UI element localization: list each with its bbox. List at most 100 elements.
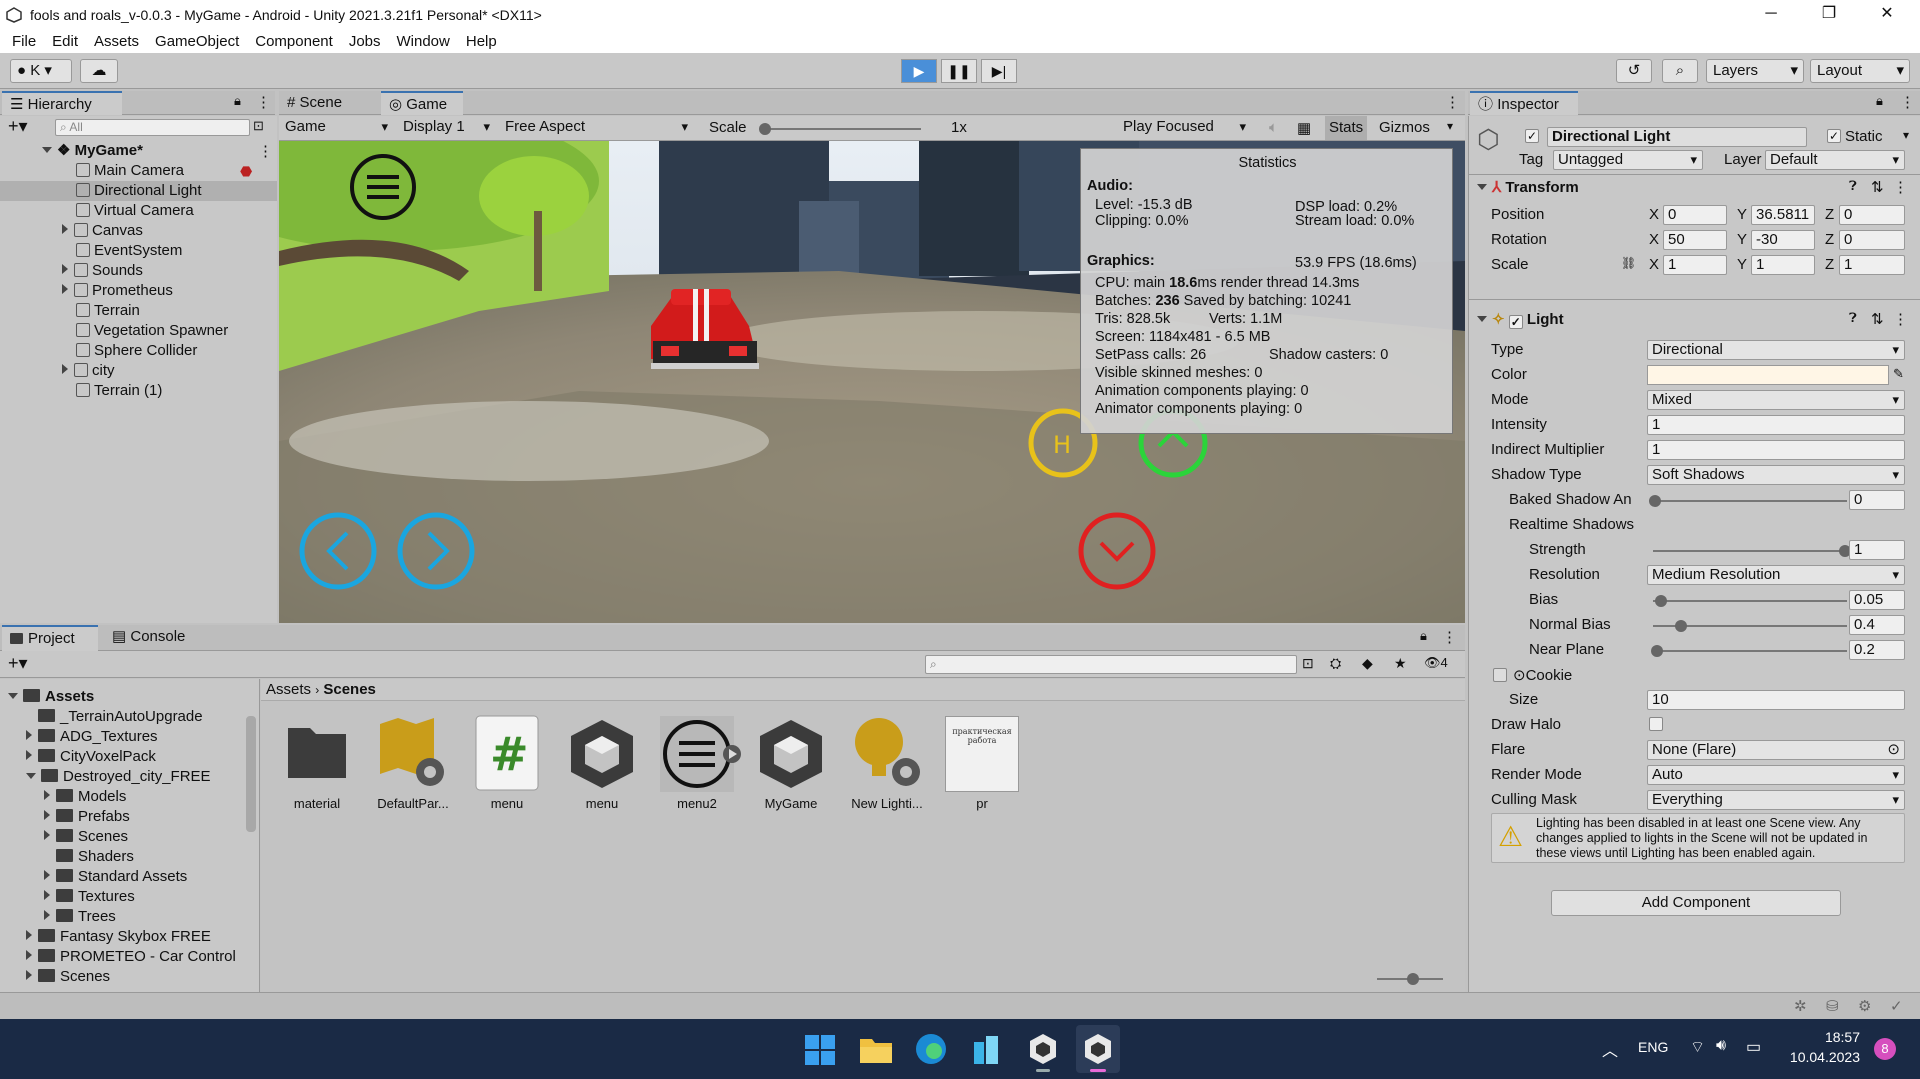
hierarchy-item-terrain-1[interactable]: Terrain (1): [76, 381, 162, 401]
folder-tree-item[interactable]: Textures: [44, 887, 135, 907]
bias-slider[interactable]: [1653, 595, 1847, 607]
position-z-field[interactable]: 0: [1839, 205, 1905, 225]
layer-dropdown[interactable]: Default: [1765, 150, 1905, 170]
gameview-menu-icon[interactable]: ⋮: [1445, 93, 1460, 111]
display-dropdown[interactable]: Display 1: [399, 118, 495, 138]
account-button[interactable]: ● K ▾: [10, 59, 72, 83]
hierarchy-item-sphere-collider[interactable]: Sphere Collider: [76, 341, 197, 361]
position-y-field[interactable]: 36.5811: [1751, 205, 1815, 225]
maximize-button[interactable]: ❐: [1800, 0, 1858, 29]
icon-size-slider[interactable]: [1377, 973, 1443, 985]
step-button[interactable]: ▶|: [981, 59, 1017, 83]
tab-scene[interactable]: # Scene: [279, 91, 369, 115]
hierarchy-item-prometheus[interactable]: Prometheus: [62, 281, 173, 301]
scale-z-field[interactable]: 1: [1839, 255, 1905, 275]
folder-tree-item[interactable]: Models: [44, 787, 126, 807]
menu-gameobject[interactable]: GameObject: [155, 33, 239, 50]
taskbar-active-app[interactable]: [1076, 1025, 1120, 1073]
inspector-lock-icon[interactable]: 🔒︎: [1876, 93, 1883, 109]
folder-tree-item[interactable]: _TerrainAutoUpgrade: [26, 707, 203, 727]
undo-history-button[interactable]: ↺: [1616, 59, 1652, 83]
hidden-packages-icon[interactable]: 👁︎4: [1424, 655, 1448, 671]
color-swatch[interactable]: [1647, 365, 1889, 385]
battery-icon[interactable]: ▭: [1746, 1037, 1761, 1057]
hierarchy-item-directional-light[interactable]: Directional Light: [0, 181, 277, 201]
position-x-field[interactable]: 0: [1663, 205, 1727, 225]
hierarchy-item-terrain[interactable]: Terrain: [76, 301, 140, 321]
menu-help[interactable]: Help: [466, 33, 497, 50]
windows-start-icon[interactable]: [805, 1035, 835, 1065]
intensity-field[interactable]: 1: [1647, 415, 1905, 435]
constrain-proportions-icon[interactable]: ⛓: [1621, 256, 1636, 270]
mute-icon[interactable]: 🔈︎: [1269, 119, 1278, 136]
help-icon[interactable]: ❓︎: [1849, 310, 1857, 326]
stats-grid-icon[interactable]: ▦: [1297, 119, 1311, 137]
label-filter-icon[interactable]: ◆: [1362, 655, 1373, 672]
volume-icon[interactable]: 🔊︎: [1716, 1037, 1726, 1055]
type-dropdown[interactable]: Directional: [1647, 340, 1905, 360]
buildings-app-icon[interactable]: [972, 1034, 1002, 1064]
flare-field[interactable]: None (Flare) ⊙: [1647, 740, 1905, 760]
baked-shadow-slider[interactable]: [1649, 495, 1847, 507]
search-type-icon[interactable]: ⊡: [1302, 655, 1314, 672]
folder-tree-item[interactable]: Trees: [44, 907, 116, 927]
language-indicator[interactable]: ENG: [1638, 1039, 1668, 1055]
search-scope-icon[interactable]: ⛭: [1330, 655, 1341, 672]
baked-shadow-field[interactable]: 0: [1849, 490, 1905, 510]
rotation-x-field[interactable]: 50: [1663, 230, 1727, 250]
component-menu-icon[interactable]: ⋮: [1893, 178, 1908, 196]
asset-menu2-prefab[interactable]: menu2: [652, 714, 742, 811]
asset-new-lighting[interactable]: New Lighti...: [842, 714, 932, 811]
tab-project[interactable]: Project: [2, 625, 98, 651]
hierarchy-item-canvas[interactable]: Canvas: [62, 221, 143, 241]
layers-dropdown[interactable]: Layers ▾: [1706, 59, 1804, 83]
wifi-icon[interactable]: ⌔: [1690, 1037, 1705, 1057]
normal-bias-field[interactable]: 0.4: [1849, 615, 1905, 635]
folder-tree-item[interactable]: Shaders: [44, 847, 134, 867]
file-explorer-icon[interactable]: [860, 1035, 892, 1063]
rotation-z-field[interactable]: 0: [1839, 230, 1905, 250]
asset-defaultpar[interactable]: DefaultPar...: [368, 714, 458, 811]
folder-tree-item[interactable]: Scenes: [44, 827, 128, 847]
debug-icon[interactable]: ✲: [1794, 997, 1807, 1015]
rotation-y-field[interactable]: -30: [1751, 230, 1815, 250]
shadow-type-dropdown[interactable]: Soft Shadows: [1647, 465, 1905, 485]
indirect-multiplier-field[interactable]: 1: [1647, 440, 1905, 460]
menu-jobs[interactable]: Jobs: [349, 33, 381, 50]
lock-icon[interactable]: 🔒︎: [234, 93, 241, 109]
bias-field[interactable]: 0.05: [1849, 590, 1905, 610]
tab-console[interactable]: ▤ Console: [104, 625, 200, 649]
normal-bias-slider[interactable]: [1653, 620, 1847, 632]
gizmos-dropdown-icon[interactable]: ▾: [1447, 119, 1453, 133]
tree-scrollbar[interactable]: [246, 716, 256, 832]
folder-tree-item[interactable]: Standard Assets: [44, 867, 187, 887]
close-button[interactable]: ✕: [1858, 0, 1916, 29]
near-plane-slider[interactable]: [1651, 645, 1847, 657]
strength-field[interactable]: 1: [1849, 540, 1905, 560]
unity-hub-icon[interactable]: [1028, 1033, 1058, 1065]
cloud-button[interactable]: ☁: [80, 59, 118, 83]
folder-tree-item[interactable]: CityVoxelPack: [26, 747, 156, 767]
inspector-menu-icon[interactable]: ⋮: [1900, 93, 1915, 111]
asset-menu-script[interactable]: # menu: [462, 714, 552, 811]
size-field[interactable]: 10: [1647, 690, 1905, 710]
play-button[interactable]: ▶: [901, 59, 937, 83]
cache-icon[interactable]: ⛁: [1826, 997, 1839, 1015]
clock-time[interactable]: 18:57: [1808, 1029, 1860, 1045]
folder-tree-item[interactable]: Prefabs: [44, 807, 130, 827]
object-name-field[interactable]: Directional Light: [1547, 127, 1807, 147]
culling-mask-dropdown[interactable]: Everything: [1647, 790, 1905, 810]
active-checkbox[interactable]: ✓: [1525, 129, 1539, 143]
filter-icon[interactable]: ⊡: [253, 118, 264, 134]
scale-x-field[interactable]: 1: [1663, 255, 1727, 275]
hierarchy-item-main-camera[interactable]: Main Camera: [76, 161, 184, 181]
game-mode-dropdown[interactable]: Game: [281, 118, 393, 138]
minimize-button[interactable]: ─: [1742, 0, 1800, 29]
static-checkbox[interactable]: ✓: [1827, 129, 1841, 143]
menu-file[interactable]: File: [12, 33, 36, 50]
scale-y-field[interactable]: 1: [1751, 255, 1815, 275]
object-picker-icon[interactable]: ⊙: [1887, 741, 1900, 759]
near-plane-field[interactable]: 0.2: [1849, 640, 1905, 660]
folder-tree-item[interactable]: Scenes: [26, 967, 110, 987]
hierarchy-item-vegetation-spawner[interactable]: Vegetation Spawner: [76, 321, 228, 341]
